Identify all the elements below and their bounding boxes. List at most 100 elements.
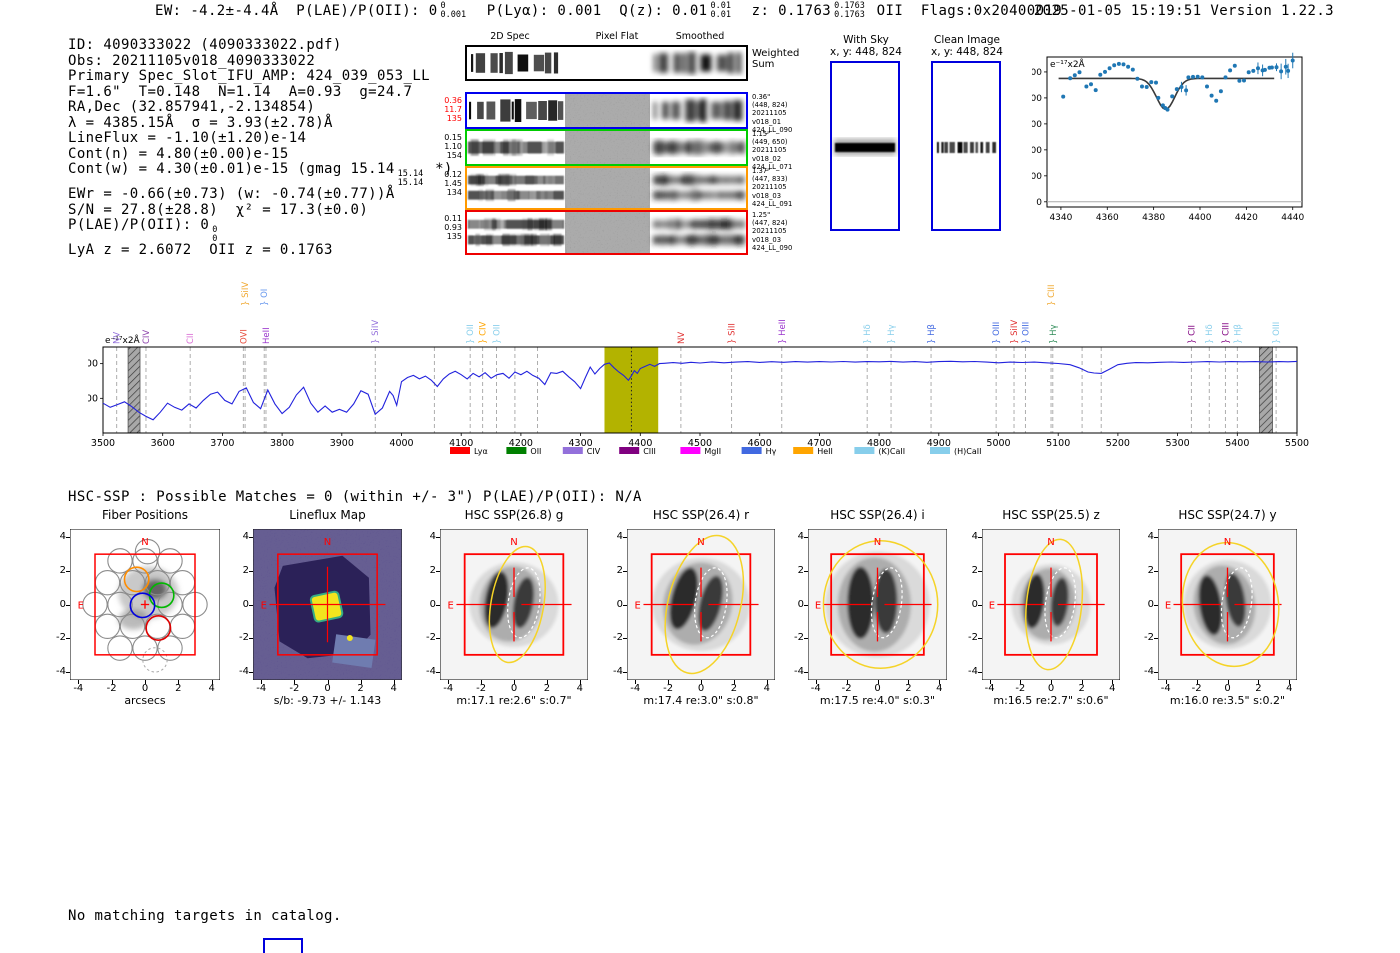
info-line-2: Primary Spec_Slot_IFU_AMP: 424_039_053_L… (68, 68, 453, 85)
elixer-report-page: EW: -4.2±-4.4Å P(LAE)/P(OII): 0 0 0.001 P(… (0, 0, 1400, 953)
x-tick-mark (145, 680, 146, 684)
x-tick-label: 0 (510, 683, 518, 694)
text-segment: P(LAE)/P(OII): 0 (68, 217, 210, 233)
svg-text:4440: 4440 (1281, 213, 1304, 223)
spectrum-line (102, 360, 1298, 421)
x-tick-label: 2 (730, 683, 738, 694)
x-tick-mark (448, 680, 450, 684)
y-tick-label: 0 (59, 598, 66, 610)
y-tick-mark (1154, 638, 1158, 640)
compass-east-label: E (635, 601, 641, 612)
y-tick-label: 4 (242, 531, 249, 543)
x-tick-mark (327, 680, 329, 684)
text-segment: Cont(n) = 4.80(±0.00)e-15 (68, 145, 289, 162)
x-tick-label: -2 (1015, 683, 1026, 694)
legend-label: (H)CaII (954, 447, 981, 456)
y-tick-label: 2 (616, 564, 623, 576)
sup-sub-stack: 00 (212, 225, 218, 244)
x-tick-mark (1020, 680, 1022, 684)
x-tick-mark (939, 680, 941, 684)
svg-text:5500: 5500 (1285, 438, 1309, 449)
info-line-0: ID: 4090333022 (4090333022.pdf) (68, 37, 453, 54)
legend-swatch (930, 447, 950, 454)
x-tick-label: -4 (443, 683, 454, 694)
svg-text:1000: 1000 (1032, 68, 1042, 78)
spec2d-row-fiber-2 (465, 129, 748, 166)
x-tick-mark (393, 680, 395, 684)
y-tick-label: 4 (616, 531, 623, 543)
y-tick-label: -2 (56, 632, 66, 644)
y-tick-mark (249, 570, 253, 572)
sky-panel-image (830, 61, 900, 231)
y-tick-mark (804, 638, 808, 640)
y-tick-mark (66, 570, 70, 572)
sup-sub-stack: 0 0.001 (440, 1, 467, 20)
legend-swatch (854, 447, 875, 454)
emission-line-marker-label: } Hδ (1205, 324, 1215, 344)
emission-line-marker-label: NV (677, 332, 687, 344)
compass-north-label: N (141, 537, 148, 548)
emission-line-marker-label: } OII (492, 324, 502, 344)
svg-text:5000: 5000 (986, 438, 1010, 449)
compass-east-label: E (989, 601, 995, 612)
sup-sub-stack: 15.14 15.14 (397, 169, 424, 188)
info-line-8: Cont(w) = 4.30(±0.01)e-15 (gmag 15.14 15.… (68, 161, 453, 188)
compass-east-label: E (78, 601, 84, 612)
x-tick-label: -2 (841, 683, 852, 694)
spec2d-row-right-labels: 1.15" (449, 650) 20211105 v018_02 424_LL_071 (752, 130, 793, 171)
x-tick-mark (546, 680, 548, 684)
emission-line-marker-label: } Hβ (927, 324, 937, 344)
legend-swatch (741, 447, 762, 454)
target-info-block: ID: 4090333022 (4090333022.pdf) Obs: 2021… (68, 37, 453, 259)
svg-text:e⁻¹⁷x2Å: e⁻¹⁷x2Å (1050, 58, 1086, 70)
y-tick-mark (804, 671, 808, 673)
x-tick-mark (846, 680, 848, 684)
svg-text:3600: 3600 (151, 438, 175, 449)
emission-line-marker-label: } OI (260, 289, 270, 306)
x-tick-mark (733, 680, 735, 684)
y-tick-label: 2 (971, 564, 978, 576)
x-tick-label: 0 (1047, 683, 1055, 694)
svg-text:0: 0 (1036, 198, 1042, 208)
cutout-panel-image: NE (440, 529, 588, 680)
cutout-panel-title: HSC SSP(26.8) g (464, 508, 564, 522)
svg-text:800: 800 (1032, 94, 1042, 104)
x-tick-mark (668, 680, 670, 684)
y-tick-label: -2 (426, 632, 436, 644)
svg-text:e⁻¹⁷x2Å: e⁻¹⁷x2Å (105, 334, 141, 346)
x-tick-label: 2 (357, 683, 364, 694)
y-tick-mark (249, 671, 253, 673)
text-segment: z: 0.1763 (734, 2, 832, 19)
emission-line-marker-label: } Hβ (1233, 324, 1243, 344)
spec2d-row-fiber-3 (465, 166, 748, 210)
y-tick-mark (66, 671, 70, 673)
text-segment: EWr = -0.66(±0.73) (w: -0.74(±0.77))Å (68, 186, 395, 202)
cutout-panel-caption: m:16.0 re:3.5" s:0.2" (1169, 694, 1286, 707)
y-tick-mark (249, 537, 253, 539)
svg-text:200: 200 (1032, 172, 1042, 182)
x-tick-label: 2 (543, 683, 551, 694)
cutout-panel-image: NE (982, 529, 1120, 680)
emission-line-marker-label: } OIII (1021, 322, 1031, 344)
emission-line-marker-label: } OII (466, 324, 476, 344)
emission-line-marker-label: } OIII (1272, 322, 1282, 344)
info-line-10: S/N = 27.8(±28.8) χ² = 17.3(±0.0) (68, 202, 453, 219)
x-tick-label: -4 (256, 683, 267, 694)
sky-panel-title: Clean Image x, y: 448, 824 (931, 34, 1003, 58)
cutout-panel-hsc-2: HSC SSP(26.8) g N E -4 -4 -2 -2 0 0 2 2 4 4 m:17.1 re… (406, 506, 622, 718)
emission-line-marker-label: } OIII (992, 322, 1002, 344)
x-tick-label: 2 (175, 683, 182, 694)
spec2d-weighted-sum-label: Weighted Sum (752, 48, 800, 70)
x-tick-label: 4 (1109, 683, 1116, 694)
catalog-thumbnail-placeholder (263, 938, 303, 953)
emission-line-marker-label: } CIII (1221, 322, 1231, 344)
y-tick-label: -4 (56, 665, 66, 677)
cutout-panel-caption: s/b: -9.73 +/- 1.143 (273, 694, 382, 707)
text-segment: RA,Dec (32.857941,-2.134854) (68, 99, 316, 115)
compass-north-label: N (1047, 537, 1054, 548)
y-tick-mark (1154, 537, 1158, 539)
y-tick-label: 4 (797, 531, 804, 543)
y-tick-mark (804, 537, 808, 539)
text-segment: Primary Spec_Slot_IFU_AMP: 424_039_053_L… (68, 68, 430, 84)
cutout-panel-image: NE (808, 529, 947, 680)
